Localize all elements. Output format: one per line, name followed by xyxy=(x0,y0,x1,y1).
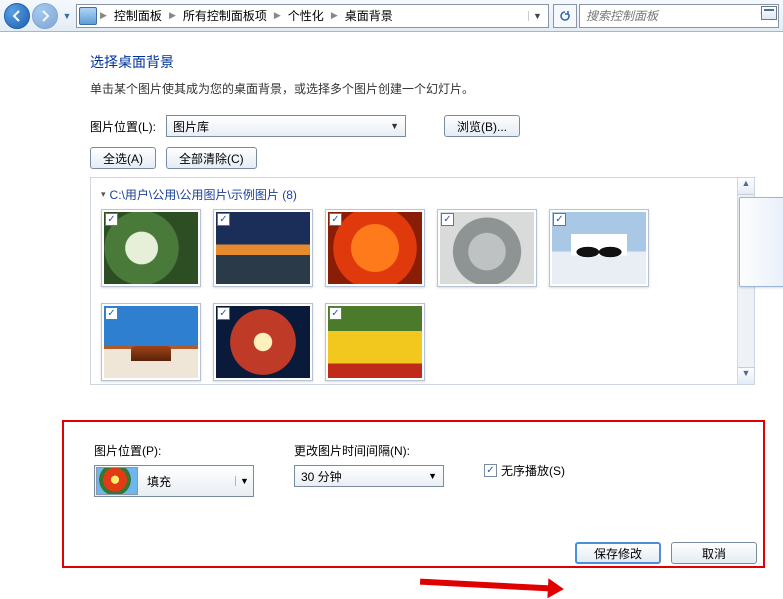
thumb-checkbox[interactable]: ✓ xyxy=(329,213,342,226)
address-dropdown[interactable]: ▼ xyxy=(528,11,546,21)
search-input[interactable] xyxy=(584,8,758,24)
control-panel-icon xyxy=(79,7,97,25)
breadcrumb-item[interactable]: 桌面背景 xyxy=(341,7,397,24)
gallery-scrollbar[interactable]: ▲ ▼ xyxy=(737,178,754,384)
clear-all-button[interactable]: 全部清除(C) xyxy=(166,147,257,169)
wallpaper-thumb[interactable]: ✓ xyxy=(325,209,425,287)
picture-position-label: 图片位置(P): xyxy=(94,442,254,459)
chevron-right-icon: ▶ xyxy=(330,10,339,21)
search-box[interactable] xyxy=(579,4,779,28)
wallpaper-image xyxy=(104,306,198,378)
shuffle-checkbox[interactable]: ✓ xyxy=(484,464,497,477)
gallery-folder-label: C:\用户\公用\公用图片\示例图片 (8) xyxy=(110,186,297,203)
wallpaper-image xyxy=(216,306,310,378)
wallpaper-thumb[interactable]: ✓ xyxy=(549,209,649,287)
wallpaper-thumb[interactable]: ✓ xyxy=(101,303,201,381)
scroll-thumb[interactable] xyxy=(739,197,783,287)
fit-preview-icon xyxy=(96,467,138,495)
chevron-down-icon: ▼ xyxy=(428,471,437,481)
nav-back-button[interactable] xyxy=(4,3,30,29)
wallpaper-image xyxy=(328,212,422,284)
scroll-down-button[interactable]: ▼ xyxy=(738,367,754,384)
gallery-folder-header[interactable]: ▾ C:\用户\公用\公用图片\示例图片 (8) xyxy=(101,186,727,203)
chevron-right-icon: ▶ xyxy=(168,10,177,21)
wallpaper-image xyxy=(104,212,198,284)
thumb-checkbox[interactable]: ✓ xyxy=(329,307,342,320)
wallpaper-thumb[interactable]: ✓ xyxy=(437,209,537,287)
thumb-checkbox[interactable]: ✓ xyxy=(105,307,118,320)
browse-button[interactable]: 浏览(B)... xyxy=(444,115,520,137)
chevron-down-icon: ▼ xyxy=(390,121,399,131)
change-interval-value: 30 分钟 xyxy=(301,468,342,485)
picture-location-combo[interactable]: 图片库 ▼ xyxy=(166,115,406,137)
breadcrumb-item[interactable]: 控制面板 xyxy=(110,7,166,24)
page-title: 选择桌面背景 xyxy=(90,52,755,72)
nav-history-dropdown[interactable]: ▼ xyxy=(60,6,74,26)
scroll-track[interactable] xyxy=(738,195,754,367)
maximize-button[interactable] xyxy=(761,6,777,20)
collapse-icon: ▾ xyxy=(101,189,106,200)
thumb-checkbox[interactable]: ✓ xyxy=(105,213,118,226)
thumb-checkbox[interactable]: ✓ xyxy=(217,307,230,320)
wallpaper-image xyxy=(552,212,646,284)
picture-position-combo[interactable]: 填充 ▼ xyxy=(94,465,254,497)
thumb-checkbox[interactable]: ✓ xyxy=(441,213,454,226)
wallpaper-gallery: ▾ C:\用户\公用\公用图片\示例图片 (8) ✓ ✓ ✓ xyxy=(90,177,755,385)
wallpaper-image xyxy=(216,212,310,284)
annotation-arrow xyxy=(420,579,550,592)
picture-location-label: 图片位置(L): xyxy=(90,118,156,135)
wallpaper-thumb[interactable]: ✓ xyxy=(213,303,313,381)
address-bar[interactable]: ▶ 控制面板 ▶ 所有控制面板项 ▶ 个性化 ▶ 桌面背景 ▼ xyxy=(76,4,549,28)
breadcrumb-item[interactable]: 所有控制面板项 xyxy=(179,7,271,24)
chevron-down-icon: ▼ xyxy=(235,476,253,486)
wallpaper-thumb[interactable]: ✓ xyxy=(325,303,425,381)
wallpaper-thumb[interactable]: ✓ xyxy=(213,209,313,287)
thumb-checkbox[interactable]: ✓ xyxy=(553,213,566,226)
wallpaper-image xyxy=(440,212,534,284)
refresh-button[interactable] xyxy=(553,4,577,28)
breadcrumb-item[interactable]: 个性化 xyxy=(284,7,328,24)
wallpaper-image xyxy=(328,306,422,378)
page-subtitle: 单击某个图片使其成为您的桌面背景，或选择多个图片创建一个幻灯片。 xyxy=(90,80,755,97)
scroll-up-button[interactable]: ▲ xyxy=(738,178,754,195)
chevron-right-icon: ▶ xyxy=(273,10,282,21)
select-all-button[interactable]: 全选(A) xyxy=(90,147,156,169)
save-changes-button[interactable]: 保存修改 xyxy=(575,542,661,564)
chevron-right-icon: ▶ xyxy=(99,10,108,21)
picture-position-value: 填充 xyxy=(139,473,235,490)
shuffle-label: 无序播放(S) xyxy=(501,462,565,479)
nav-forward-button[interactable] xyxy=(32,3,58,29)
change-interval-combo[interactable]: 30 分钟 ▼ xyxy=(294,465,444,487)
cancel-button[interactable]: 取消 xyxy=(671,542,757,564)
change-interval-label: 更改图片时间间隔(N): xyxy=(294,442,444,459)
picture-location-value: 图片库 xyxy=(173,118,209,135)
wallpaper-thumb[interactable]: ✓ xyxy=(101,209,201,287)
thumb-checkbox[interactable]: ✓ xyxy=(217,213,230,226)
